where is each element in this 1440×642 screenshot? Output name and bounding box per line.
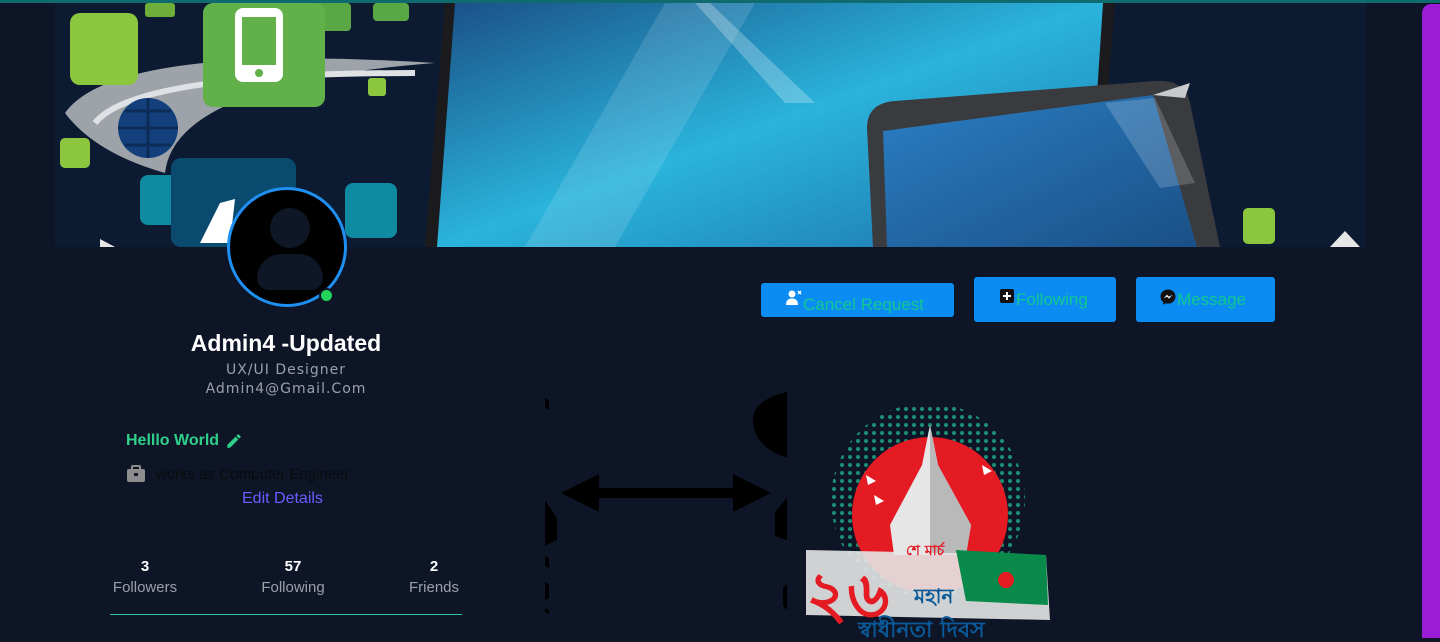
stat-followers[interactable]: 3 Followers — [110, 558, 180, 596]
edit-details-link[interactable]: Edit Details — [242, 490, 323, 508]
profile-stats: 3 Followers 57 Following 2 Friends — [110, 558, 462, 615]
stat-value: 2 — [429, 558, 439, 575]
following-button[interactable]: Following — [974, 277, 1116, 322]
post-image-poster[interactable]: ২৬ শে মার্চ মহান স্বাধীনতা দিবস — [806, 405, 1051, 638]
stat-value: 57 — [284, 558, 302, 575]
following-label: Following — [1016, 289, 1088, 309]
briefcase-icon — [127, 465, 145, 482]
stat-friends[interactable]: 2 Friends — [406, 558, 462, 596]
stat-value: 3 — [140, 558, 150, 575]
poster-she-march: শে মার্চ — [906, 541, 946, 559]
profile-role: UX/UI Designer — [225, 362, 347, 378]
avatar-head-icon — [270, 208, 310, 248]
post-image-arrow[interactable] — [543, 388, 788, 638]
profile-bio: Helllo World — [126, 432, 243, 450]
stat-label: Followers — [112, 579, 178, 596]
poster-mohan: মহান — [913, 584, 954, 608]
profile-work: works as Computer Engineer — [126, 465, 349, 483]
stat-following[interactable]: 57 Following — [258, 558, 328, 596]
vertical-scrollbar[interactable] — [1422, 4, 1440, 638]
cancel-request-label: Cancel Request — [803, 295, 924, 314]
message-button[interactable]: Message — [1136, 277, 1275, 322]
poster-shadhinota: স্বাধীনতা দিবস — [857, 615, 986, 638]
stat-label: Friends — [408, 579, 460, 596]
user-x-icon — [786, 290, 802, 305]
profile-name: Admin4 -Updated — [190, 330, 382, 356]
add-box-icon — [1000, 289, 1014, 303]
online-status-indicator — [319, 288, 334, 303]
profile-email: Admin4@Gmail.Com — [205, 381, 367, 397]
stat-label: Following — [261, 579, 325, 596]
message-label: Message — [1177, 289, 1246, 309]
avatar-body-icon — [257, 254, 323, 290]
bio-text: Helllo World — [126, 432, 220, 449]
pencil-icon[interactable] — [225, 432, 243, 450]
work-text: works as Computer Engineer — [156, 465, 350, 483]
messenger-icon — [1160, 289, 1176, 305]
cancel-request-button[interactable]: Cancel Request — [761, 283, 954, 317]
